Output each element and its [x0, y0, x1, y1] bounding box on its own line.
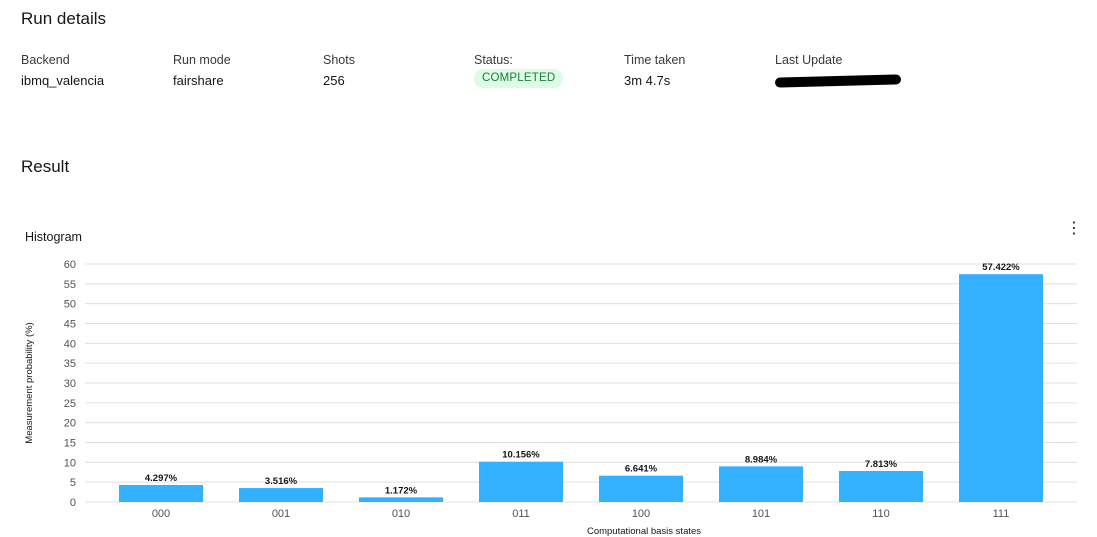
bar-data-label: 57.422%	[982, 262, 1020, 273]
bar-010[interactable]	[359, 497, 443, 502]
y-tick-label: 20	[64, 418, 76, 430]
x-tick-label: 101	[752, 508, 770, 520]
bar-layer	[119, 274, 1043, 502]
y-axis-title: Measurement probability (%)	[24, 322, 35, 443]
y-tick-label: 0	[70, 497, 76, 509]
bar-data-label: 7.813%	[865, 459, 898, 470]
bar-data-label: 4.297%	[145, 473, 178, 484]
y-tick-label: 40	[64, 338, 76, 350]
y-tick-label: 25	[64, 398, 76, 410]
bar-data-label: 6.641%	[625, 464, 658, 475]
bar-011[interactable]	[479, 461, 563, 502]
x-tick-label: 100	[632, 508, 650, 520]
bar-data-label: 10.156%	[502, 450, 540, 461]
y-tick-label: 55	[64, 279, 76, 291]
y-tick-label: 35	[64, 358, 76, 370]
x-tick-label: 011	[512, 508, 530, 520]
x-axis-title: Computational basis states	[587, 526, 701, 537]
y-tick-label: 45	[64, 319, 76, 331]
bar-data-label: 8.984%	[745, 454, 778, 465]
grid-layer	[85, 263, 1077, 503]
x-tick-label: 110	[872, 508, 890, 520]
x-tick-label: 000	[152, 508, 170, 520]
bar-110[interactable]	[839, 471, 923, 502]
histogram-chart: 0 5 10 15 20 25 30 35 40 45 50 55 60 4.297% 000 3.516% 0…	[24, 259, 1077, 537]
bar-111[interactable]	[959, 274, 1043, 502]
bar-data-label: 1.172%	[385, 485, 418, 496]
y-tick-label: 50	[64, 299, 76, 311]
bar-data-label: 3.516%	[265, 476, 298, 487]
y-tick-label: 60	[64, 259, 76, 271]
y-tick-label: 5	[70, 477, 76, 489]
x-tick-label: 001	[272, 508, 290, 520]
run-page: Run details Backend ibmq_valencia Run mo…	[0, 0, 1097, 537]
x-tick-label: 010	[392, 508, 410, 520]
bar-001[interactable]	[239, 488, 323, 502]
bar-000[interactable]	[119, 484, 203, 502]
y-tick-label: 15	[64, 438, 76, 450]
y-tick-label: 30	[64, 378, 76, 390]
y-tick-label: 10	[64, 457, 76, 469]
x-tick-label: 111	[993, 508, 1010, 520]
bar-101[interactable]	[719, 466, 803, 502]
bar-100[interactable]	[599, 475, 683, 502]
